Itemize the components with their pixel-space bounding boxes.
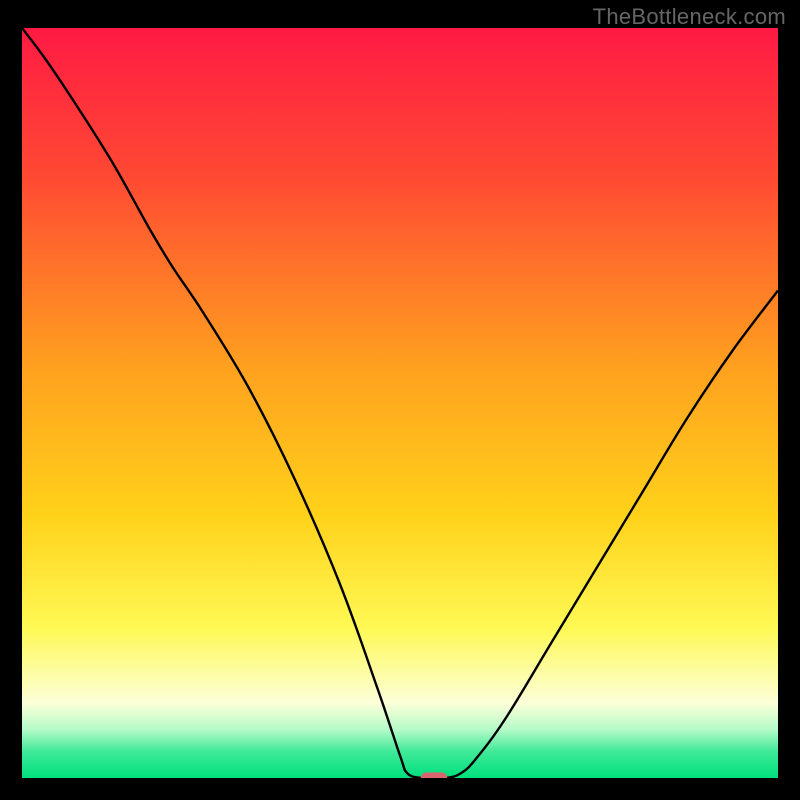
- chart-frame: TheBottleneck.com: [0, 0, 800, 800]
- plot-area: [22, 28, 778, 778]
- bottleneck-chart: [22, 28, 778, 778]
- gradient-background: [22, 28, 778, 778]
- optimal-marker: [421, 772, 447, 778]
- watermark-text: TheBottleneck.com: [593, 4, 786, 30]
